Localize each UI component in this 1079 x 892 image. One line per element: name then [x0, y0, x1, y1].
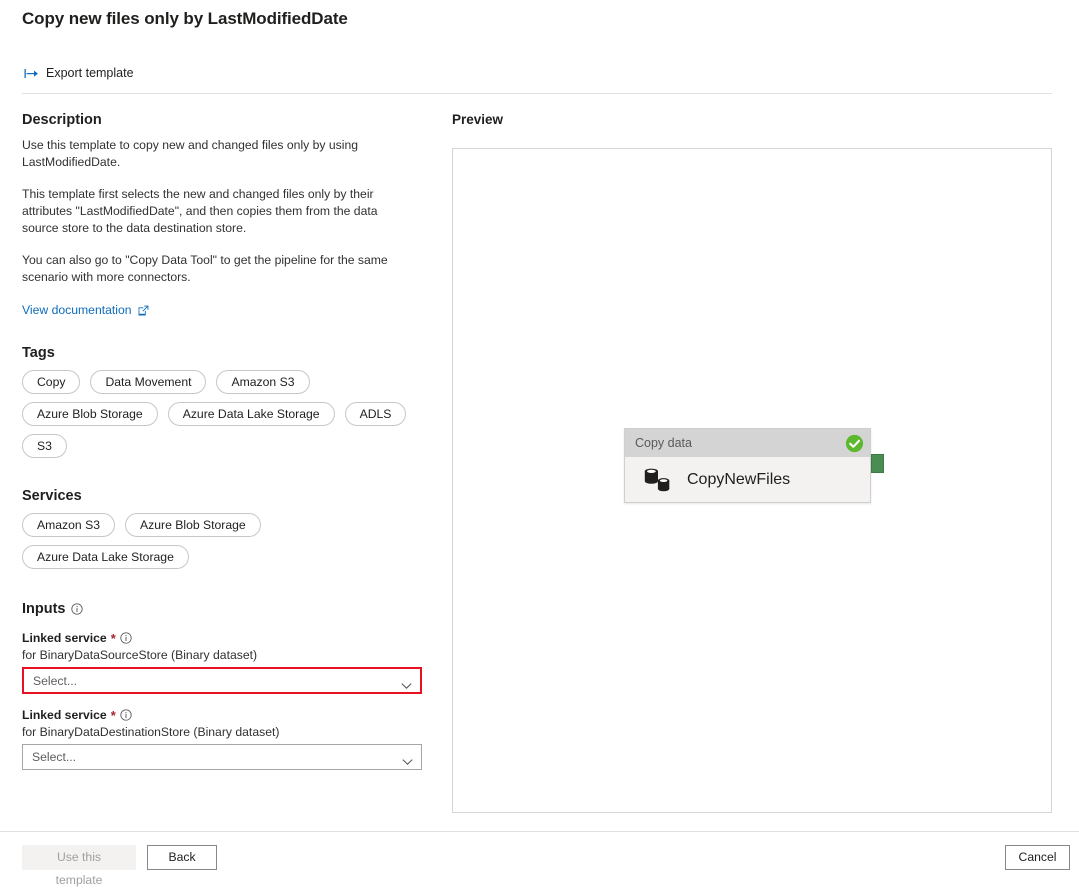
services-section: Services Amazon S3 Azure Blob Storage Az…: [22, 488, 430, 569]
service-pill: Azure Data Lake Storage: [22, 545, 189, 569]
chevron-down-icon: [401, 677, 412, 685]
view-documentation-label: View documentation: [22, 303, 132, 317]
linked-service-destination-dropdown[interactable]: Select...: [22, 744, 422, 770]
required-marker: *: [111, 632, 116, 645]
export-template-label: Export template: [46, 66, 134, 80]
page-title: Copy new files only by LastModifiedDate: [22, 9, 348, 29]
activity-name-label: CopyNewFiles: [687, 471, 790, 489]
info-icon[interactable]: [71, 603, 83, 615]
back-button[interactable]: Back: [147, 845, 217, 870]
pipeline-activity-node[interactable]: Copy data: [624, 428, 871, 503]
activity-node-header: Copy data: [625, 429, 870, 457]
linked-service-destination-sublabel: for BinaryDataDestinationStore (Binary d…: [22, 725, 430, 739]
preview-heading: Preview: [452, 112, 503, 127]
tag-pill: Azure Data Lake Storage: [168, 402, 335, 426]
services-heading: Services: [22, 488, 430, 504]
info-icon[interactable]: [120, 632, 132, 644]
details-column: Description Use this template to copy ne…: [22, 112, 430, 770]
inputs-heading-row: Inputs: [22, 601, 430, 617]
linked-service-source-dropdown[interactable]: Select...: [22, 667, 422, 694]
external-link-icon: [138, 305, 149, 316]
cancel-button[interactable]: Cancel: [1005, 845, 1070, 870]
use-this-template-button[interactable]: Use this template: [22, 845, 136, 870]
description-paragraph: Use this template to copy new and change…: [22, 137, 408, 171]
linked-service-destination-label-row: Linked service *: [22, 708, 430, 722]
tag-pill: ADLS: [345, 402, 407, 426]
action-bar: Use this template Back Cancel: [0, 832, 1079, 877]
tag-pill: Azure Blob Storage: [22, 402, 158, 426]
linked-service-destination-field: Linked service * for BinaryDataDestinati…: [22, 708, 430, 770]
activity-type-label: Copy data: [635, 436, 692, 450]
linked-service-source-value: Select...: [33, 674, 77, 688]
tags-heading: Tags: [22, 345, 430, 361]
tags-list: Copy Data Movement Amazon S3 Azure Blob …: [22, 370, 432, 458]
success-check-icon: [845, 434, 864, 453]
linked-service-destination-value: Select...: [32, 750, 76, 764]
linked-service-source-label: Linked service: [22, 631, 107, 645]
tag-pill: S3: [22, 434, 67, 458]
linked-service-source-field: Linked service * for BinaryDataSourceSto…: [22, 631, 430, 694]
description-paragraph: You can also go to "Copy Data Tool" to g…: [22, 252, 408, 286]
services-list: Amazon S3 Azure Blob Storage Azure Data …: [22, 513, 432, 569]
inputs-section: Inputs Linked service *: [22, 601, 430, 770]
service-pill: Amazon S3: [22, 513, 115, 537]
tags-section: Tags Copy Data Movement Amazon S3 Azure …: [22, 345, 430, 458]
preview-canvas[interactable]: Copy data: [452, 148, 1052, 813]
command-bar: Export template: [22, 61, 138, 85]
activity-node-body: CopyNewFiles: [625, 457, 870, 503]
linked-service-source-sublabel: for BinaryDataSourceStore (Binary datase…: [22, 648, 430, 662]
linked-service-source-label-row: Linked service *: [22, 631, 430, 645]
description-heading: Description: [22, 112, 430, 128]
service-pill: Azure Blob Storage: [125, 513, 261, 537]
inputs-heading: Inputs: [22, 601, 66, 617]
tag-pill: Copy: [22, 370, 80, 394]
output-connector-tab[interactable]: [871, 454, 884, 473]
chevron-down-icon: [402, 753, 413, 761]
linked-service-destination-label: Linked service: [22, 708, 107, 722]
header-divider: [22, 93, 1052, 94]
description-paragraph: This template first selects the new and …: [22, 186, 408, 237]
required-marker: *: [111, 709, 116, 722]
export-arrow-icon: [24, 67, 39, 80]
export-template-button[interactable]: Export template: [22, 64, 138, 82]
view-documentation-link[interactable]: View documentation: [22, 303, 149, 317]
description-section: Description Use this template to copy ne…: [22, 112, 430, 319]
info-icon[interactable]: [120, 709, 132, 721]
tag-pill: Data Movement: [90, 370, 206, 394]
copy-data-database-icon: [643, 467, 673, 494]
tag-pill: Amazon S3: [216, 370, 309, 394]
